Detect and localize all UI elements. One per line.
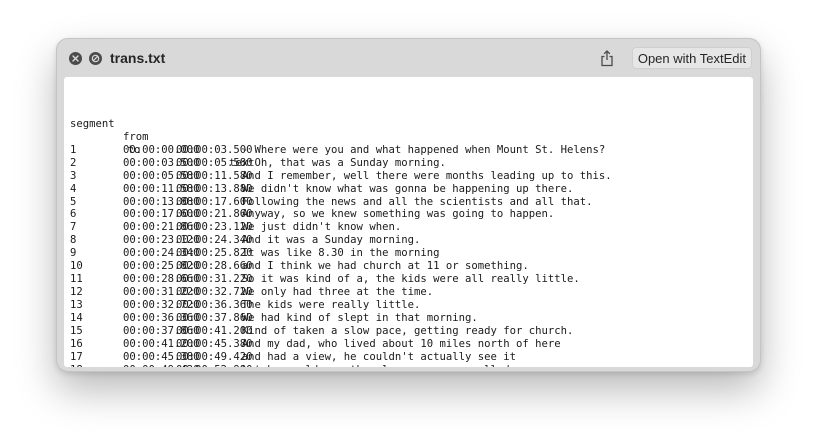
segment-cell: 1 xyxy=(70,143,77,156)
text-cell: but he could see the plume come up, call… xyxy=(229,364,535,367)
segment-cell: 2 xyxy=(70,156,77,169)
segment-cell: 7 xyxy=(70,221,77,234)
segment-cell: 18 xyxy=(70,364,83,367)
header-row: segment from to text xyxy=(70,105,255,169)
text-cell: Following the news and all the scientist… xyxy=(229,195,593,208)
table-row: 13 00:00:32.720 00:00:36.360 The kids were… xyxy=(70,299,420,312)
segment-cell: 17 xyxy=(70,350,83,363)
transcript-rows: 1 00:00:00.000 00:00:03.500 - Where were y… xyxy=(70,143,612,367)
table-row: 12 00:00:31.220 00:00:32.720 We only had t… xyxy=(70,286,433,299)
text-cell: And my dad, who lived about 10 miles nor… xyxy=(229,337,561,350)
text-cell: The kids were really little. xyxy=(229,299,421,311)
segment-cell: 16 xyxy=(70,337,83,350)
header-from: from xyxy=(123,130,149,143)
close-icon xyxy=(72,54,79,62)
text-cell: It was like 8.30 in the morning xyxy=(229,247,440,260)
segment-cell: 15 xyxy=(70,324,83,337)
table-row: 1800:00:49.42000:00:52.980 but he could … xyxy=(70,364,535,367)
segment-cell: 14 xyxy=(70,311,83,324)
segment-cell: 10 xyxy=(70,260,83,273)
segment-cell: 13 xyxy=(70,299,83,311)
text-cell: So it was kind of a, the kids were all r… xyxy=(229,273,580,286)
table-row: 15 00:00:37.860 00:00:41.200 Kind of taken… xyxy=(70,324,573,338)
text-cell: - Oh, that was a Sunday morning. xyxy=(229,156,446,169)
text-cell: Kind of taken a slow pace, getting ready… xyxy=(229,324,574,337)
table-row: 1 00:00:00.000 00:00:03.500 - Where were y… xyxy=(70,143,605,157)
text-cell: We just didn't know when. xyxy=(229,221,402,234)
fullscreen-button[interactable] xyxy=(89,51,102,65)
text-cell: And it was a Sunday morning. xyxy=(229,234,421,247)
segment-cell: 11 xyxy=(70,273,83,286)
share-button[interactable] xyxy=(596,47,618,69)
segment-cell: 4 xyxy=(70,182,77,195)
file-content[interactable]: segment from to text 1 00:00:00.000 00:00:… xyxy=(64,77,753,367)
segment-cell: 9 xyxy=(70,247,77,260)
table-row: 6 00:00:17.600 00:00:21.860 Anyway, so we … xyxy=(70,208,554,221)
text-cell: We had kind of slept in that morning. xyxy=(229,311,478,324)
table-row: 4 00:00:11.580 00:00:13.880 We didn't know… xyxy=(70,182,573,196)
quicklook-window: trans.txt Open with TextEdit segment fro… xyxy=(56,38,761,372)
segment-cell: 6 xyxy=(70,208,77,221)
share-icon xyxy=(601,49,613,66)
table-row: 8 00:00:23.120 00:00:24.340 And it was a S… xyxy=(70,234,420,247)
segment-cell: 12 xyxy=(70,286,83,299)
table-row: 7 00:00:21.860 00:00:23.120 We just didn't… xyxy=(70,221,401,234)
header-segment: segment xyxy=(70,117,115,130)
text-cell: Anyway, so we knew something was going t… xyxy=(229,208,555,221)
window-title: trans.txt xyxy=(110,50,166,66)
table-row: 16 00:00:41.200 00:00:45.380 And my dad, w… xyxy=(70,337,561,351)
table-row: 3 00:00:05.580 00:00:11.580 And I remember… xyxy=(70,169,612,183)
transcript-text: segment from to text 1 00:00:00.000 00:00:… xyxy=(70,79,612,367)
close-button[interactable] xyxy=(69,51,82,65)
title-bar: trans.txt Open with TextEdit xyxy=(57,39,760,77)
table-row: 11 00:00:28.660 00:00:31.220 So it was kin… xyxy=(70,273,580,286)
segment-cell: 8 xyxy=(70,234,77,247)
table-row: 17 00:00:45.380 00:00:49.420 and had a vie… xyxy=(70,350,516,364)
text-cell: We only had three at the time. xyxy=(229,286,434,299)
text-cell: And I remember, well there were months l… xyxy=(229,169,612,182)
segment-cell: 5 xyxy=(70,195,77,208)
text-cell: and had a view, he couldn't actually see… xyxy=(229,350,517,363)
table-row: 5 00:00:13.880 00:00:17.600 Following the … xyxy=(70,195,593,209)
block-icon xyxy=(91,54,100,62)
table-row: 9 00:00:24.340 00:00:25.820 It was like 8.… xyxy=(70,247,439,260)
text-cell: We didn't know what was gonna be happeni… xyxy=(229,182,574,195)
text-cell: - Where were you and what happened when … xyxy=(229,143,606,156)
table-row: 10 00:00:25.820 00:00:28.660 and I think w… xyxy=(70,260,529,273)
segment-cell: 3 xyxy=(70,169,77,182)
text-cell: and I think we had church at 11 or somet… xyxy=(229,260,529,273)
open-with-textedit-button[interactable]: Open with TextEdit xyxy=(631,47,752,69)
table-row: 14 00:00:36.360 00:00:37.860 We had kind o… xyxy=(70,311,478,325)
table-row: 2 00:00:03.500 00:00:05.580 - Oh, that was… xyxy=(70,156,446,170)
